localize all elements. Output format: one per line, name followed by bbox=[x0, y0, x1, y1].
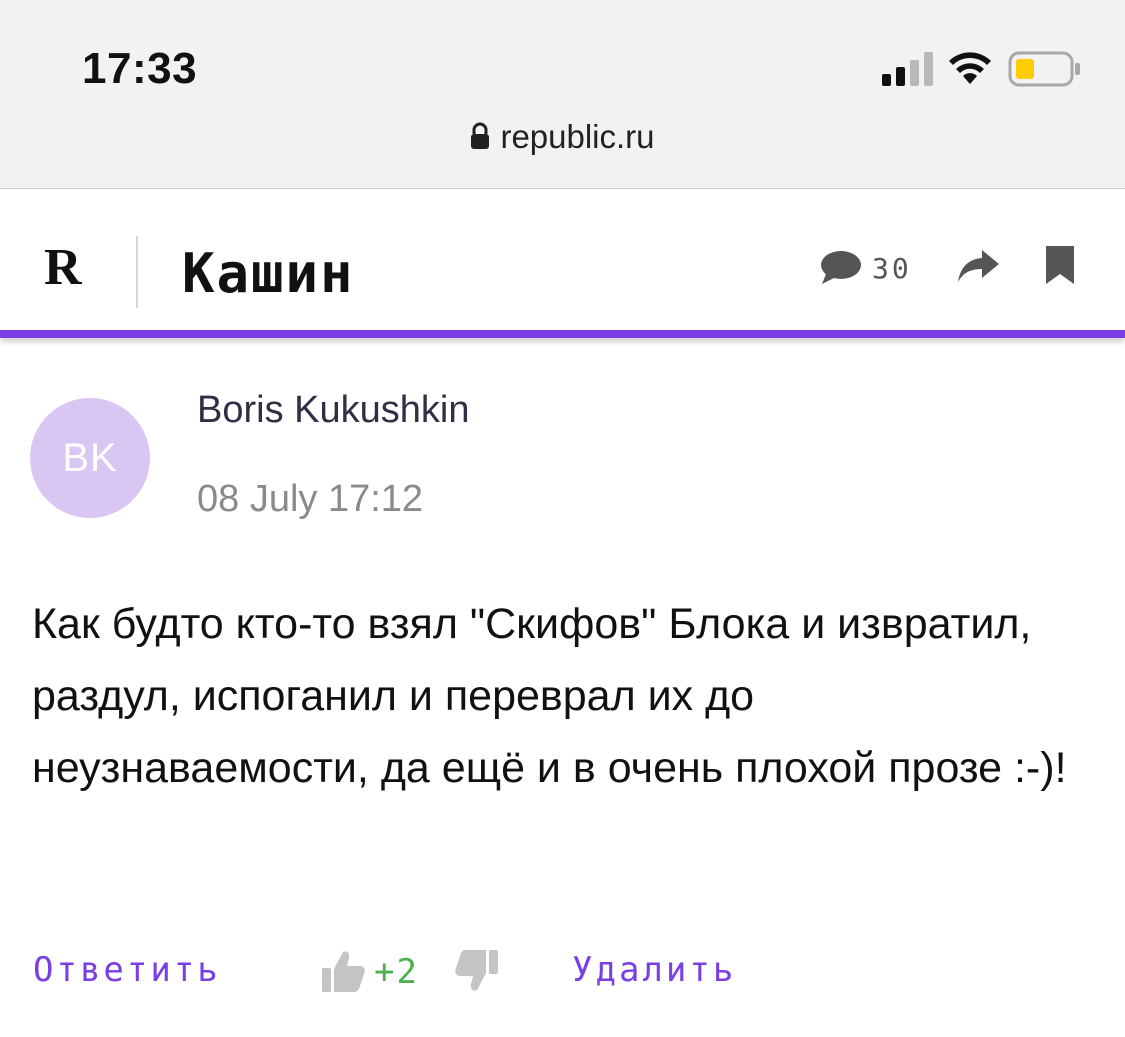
header-divider bbox=[136, 236, 138, 308]
address-bar[interactable]: republic.ru bbox=[0, 118, 1125, 156]
thumbs-down-icon[interactable] bbox=[454, 948, 500, 994]
bookmark-icon[interactable] bbox=[1044, 244, 1076, 286]
comment-actions: Ответить +2 Удалить bbox=[0, 940, 1125, 1010]
site-header: R Кашин 30 bbox=[0, 190, 1125, 330]
wifi-icon bbox=[949, 52, 991, 84]
url-text: republic.ru bbox=[500, 118, 655, 155]
section-title[interactable]: Кашин bbox=[182, 242, 355, 305]
comments-count: 30 bbox=[872, 251, 912, 285]
comment-date: 08 July 17:12 bbox=[197, 478, 424, 520]
lock-icon bbox=[471, 122, 490, 149]
avatar[interactable]: BK bbox=[30, 398, 150, 518]
status-time: 17:33 bbox=[82, 44, 198, 93]
site-logo[interactable]: R bbox=[44, 238, 82, 297]
cellular-signal-icon bbox=[882, 52, 933, 86]
share-arrow-icon[interactable] bbox=[956, 248, 1000, 284]
delete-button[interactable]: Удалить bbox=[572, 950, 736, 990]
comment-text: Как будто кто-то взял "Скифов" Блока и и… bbox=[32, 600, 1067, 792]
vote-score: +2 bbox=[374, 952, 419, 992]
browser-top-bar: 17:33 republic.ru bbox=[0, 0, 1125, 189]
thumbs-up-icon[interactable] bbox=[320, 948, 366, 994]
comments-button[interactable]: 30 bbox=[820, 248, 912, 288]
comment-author[interactable]: Boris Kukushkin bbox=[197, 389, 469, 432]
reply-button[interactable]: Ответить bbox=[33, 950, 221, 990]
header-accent-bar bbox=[0, 330, 1125, 338]
battery-low-icon bbox=[1008, 51, 1080, 87]
speech-bubble-icon bbox=[821, 251, 861, 284]
